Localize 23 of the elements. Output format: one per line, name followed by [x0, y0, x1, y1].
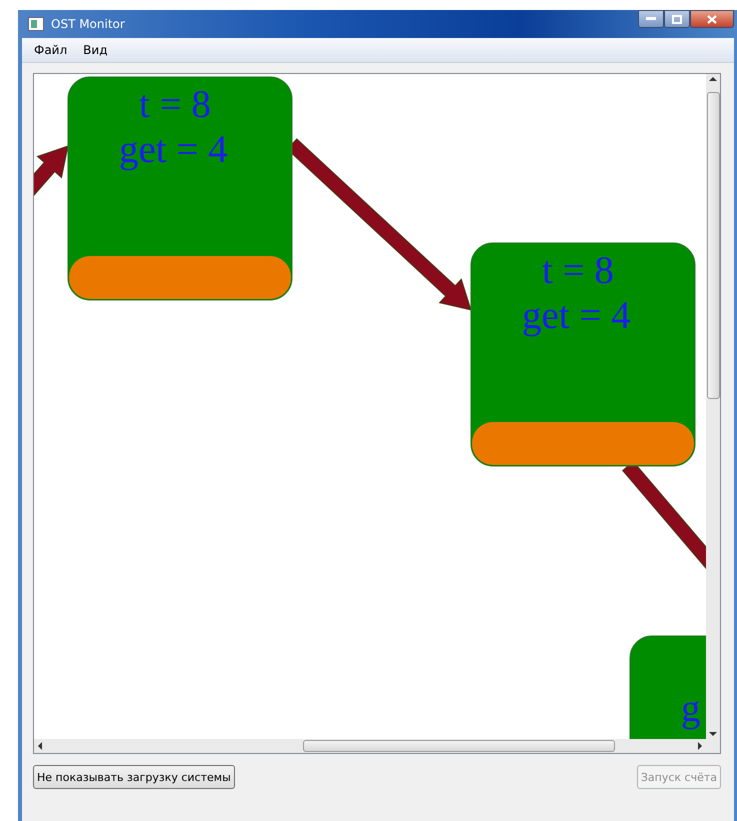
scroll-thumb[interactable] [707, 92, 720, 399]
close-icon [707, 14, 717, 24]
menu-item[interactable]: Вид [77, 41, 114, 59]
time-label: t = 8 [139, 83, 211, 126]
app-icon [28, 17, 44, 31]
maximize-icon [672, 14, 682, 24]
get-label: g [681, 687, 700, 730]
minimize-icon [646, 17, 656, 21]
scroll-up-icon[interactable] [709, 77, 717, 81]
window-title: OST Monitor [51, 17, 125, 31]
horizontal-scrollbar[interactable] [34, 739, 720, 753]
menu-item[interactable]: Файл [28, 41, 74, 59]
maximize-button[interactable] [664, 10, 690, 28]
scroll-thumb[interactable] [303, 740, 615, 752]
get-label: get = 4 [522, 294, 631, 337]
scroll-left-icon[interactable] [38, 742, 42, 750]
time-label: t = 8 [542, 249, 614, 292]
scroll-right-icon[interactable] [698, 742, 702, 750]
minimize-button[interactable] [638, 10, 664, 28]
get-label: get = 4 [119, 128, 228, 171]
close-button[interactable] [690, 10, 734, 28]
push-button[interactable]: Не показывать загрузку системы [33, 765, 235, 789]
vertical-scrollbar[interactable] [706, 74, 720, 739]
